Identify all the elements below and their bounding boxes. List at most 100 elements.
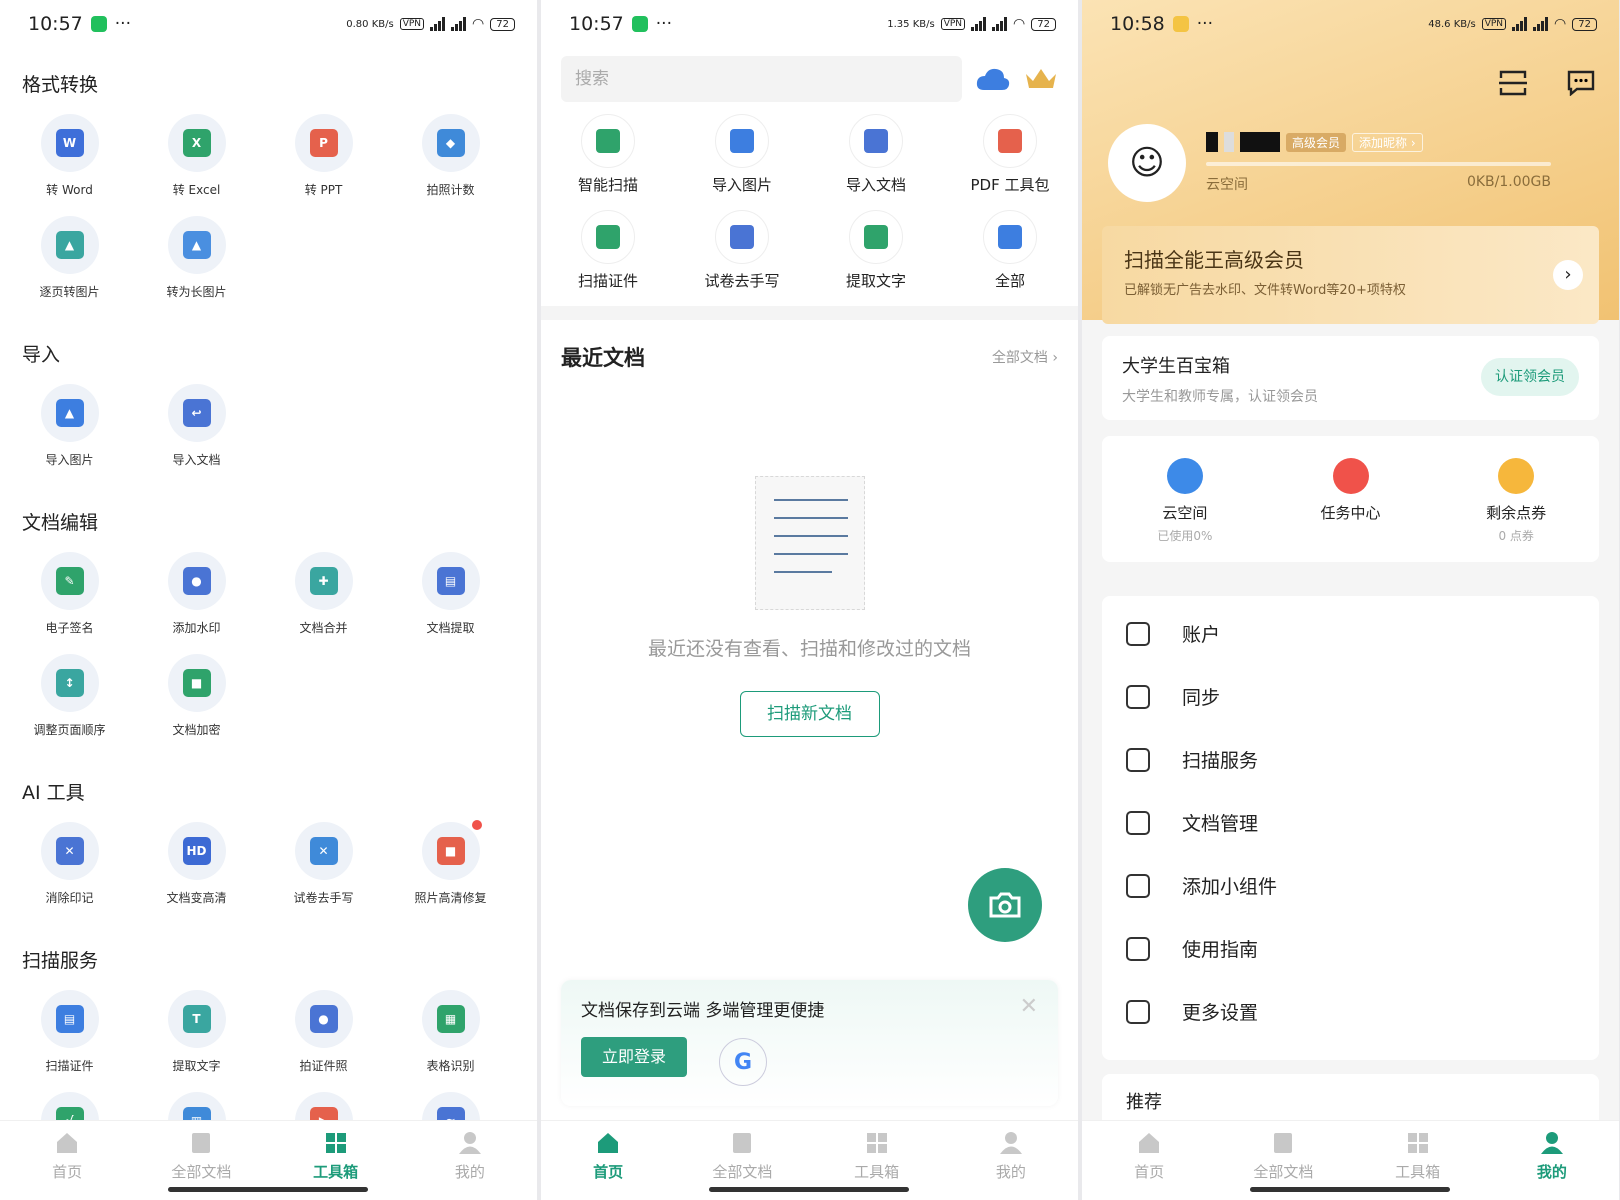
tool-item[interactable]: P 转 PPT [260, 114, 387, 216]
tool-icon: ↕ [40, 654, 99, 712]
nav-tab[interactable]: 首页 [0, 1121, 134, 1200]
vip-subtitle: 已解锁无广告去水印、文件转Word等20+项特权 [1124, 283, 1406, 298]
tool-item[interactable]: ↩ 导入文档 [133, 384, 260, 486]
nav-tab[interactable]: 我的 [403, 1121, 537, 1200]
verify-member-button[interactable]: 认证领会员 [1481, 358, 1579, 396]
quick-action[interactable]: PDF 工具包 [943, 114, 1077, 210]
stat-item[interactable]: 云空间 已使用0% [1102, 436, 1268, 562]
menu-icon [1126, 621, 1150, 646]
section-title: 格式转换 [22, 74, 99, 96]
tool-item[interactable]: ▤ 文档提取 [387, 552, 514, 654]
menu-item[interactable]: 账户 [1126, 602, 1575, 665]
tool-item[interactable]: ● 拍证件照 [260, 990, 387, 1092]
crown-icon[interactable] [1024, 66, 1058, 92]
quick-actions: 智能扫描 导入图片 导入文档 PDF 工具包扫描证件 试卷去手写 提取文字 全部 [541, 102, 1078, 306]
nav-tab-label: 首页 [1134, 1163, 1165, 1181]
tool-item[interactable]: ▲ 导入图片 [6, 384, 133, 486]
tool-item[interactable]: HD 文档变高清 [133, 822, 260, 924]
tool-item[interactable]: ✕ 消除印记 [6, 822, 133, 924]
tool-glyph-icon: P [309, 129, 338, 157]
menu-item[interactable]: 文档管理 [1126, 791, 1575, 854]
camera-fab[interactable] [968, 868, 1042, 942]
tool-item[interactable]: ✕ 试卷去手写 [260, 822, 387, 924]
quick-action[interactable]: 导入文档 [809, 114, 943, 210]
tool-icon: ✚ [294, 552, 353, 610]
tool-icon: ✎ [40, 552, 99, 610]
tool-item[interactable]: ▲ 逐页转图片 [6, 216, 133, 318]
tool-item[interactable]: ■ 照片高清修复 [387, 820, 514, 924]
tool-label: 试卷去手写 [293, 891, 354, 905]
tool-icon: ▤ [421, 552, 480, 610]
tool-glyph-icon: ▤ [436, 567, 465, 595]
stat-icon [1332, 458, 1369, 494]
tool-icon: T [167, 990, 226, 1048]
tool-grid: ▲ 导入图片 ↩ 导入文档 [0, 384, 537, 486]
stat-item[interactable]: 任务中心 [1268, 436, 1434, 562]
nav-tab-label: 工具箱 [854, 1163, 900, 1181]
tool-label: 文档加密 [172, 723, 221, 737]
menu-item[interactable]: 同步 [1126, 665, 1575, 728]
quick-action[interactable]: 扫描证件 [541, 210, 675, 306]
tool-label: 导入文档 [172, 453, 221, 467]
scan-new-doc-button[interactable]: 扫描新文档 [739, 691, 880, 737]
nav-tab[interactable]: 我的 [944, 1121, 1078, 1200]
all-docs-link[interactable]: 全部文档 › [992, 347, 1058, 367]
nav-tab[interactable]: 首页 [541, 1121, 675, 1200]
tool-label: 照片高清修复 [414, 891, 487, 905]
quick-action[interactable]: 智能扫描 [541, 114, 675, 210]
tool-glyph-icon: ▦ [436, 1005, 465, 1033]
login-button[interactable]: 立即登录 [581, 1037, 687, 1077]
home-indicator [1250, 1187, 1450, 1192]
quick-action-label: 提取文字 [845, 272, 906, 290]
cloud-icon[interactable] [976, 66, 1010, 92]
add-nickname-button[interactable]: 添加昵称 › [1352, 132, 1423, 152]
tool-item[interactable]: ✎ 电子签名 [6, 552, 133, 654]
menu-item[interactable]: 添加小组件 [1126, 854, 1575, 917]
tool-glyph-icon: ▲ [55, 231, 84, 259]
close-icon[interactable]: ✕ [1020, 994, 1038, 1019]
search-input[interactable]: 搜索 [561, 56, 962, 102]
stat-item[interactable]: 剩余点券 0 点券 [1433, 436, 1599, 562]
tool-item[interactable]: ● 添加水印 [133, 552, 260, 654]
menu-icon [1126, 999, 1150, 1024]
tool-label: 文档提取 [426, 621, 475, 635]
tool-item[interactable]: ◆ 拍照计数 [387, 114, 514, 216]
tool-item[interactable]: ▲ 转为长图片 [133, 216, 260, 318]
quick-action[interactable]: 试卷去手写 [675, 210, 809, 306]
tool-icon: ✕ [40, 822, 99, 880]
menu-item[interactable]: 更多设置 [1126, 980, 1575, 1043]
student-card[interactable]: 大学生百宝箱 大学生和教师专属，认证领会员 认证领会员 [1102, 336, 1599, 420]
tool-item[interactable]: W 转 Word [6, 114, 133, 216]
message-icon[interactable] [1567, 70, 1595, 96]
google-login-button[interactable]: G [719, 1038, 767, 1086]
quick-action[interactable]: 提取文字 [809, 210, 943, 306]
battery-icon: 72 [490, 17, 515, 31]
status-bar: 10:57 ··· 1.35 KB/s VPN ◠ 72 [541, 0, 1078, 48]
screens-container: 10:57 ··· 0.80 KB/s VPN ◠ 72 格式转换 W 转 Word X 转 E… [0, 0, 1620, 1200]
tool-item[interactable]: ↕ 调整页面顺序 [6, 654, 133, 756]
tool-icon: ● [294, 990, 353, 1048]
scan-code-icon[interactable] [1499, 70, 1527, 96]
quick-action[interactable]: 全部 [943, 210, 1077, 306]
menu-item[interactable]: 扫描服务 [1126, 728, 1575, 791]
quick-action-label: 扫描证件 [577, 272, 638, 290]
chevron-right-icon[interactable]: › [1553, 260, 1583, 290]
home-icon [596, 1131, 620, 1155]
tool-item[interactable]: ▦ 表格识别 [387, 990, 514, 1092]
stat-sub: 已使用0% [1157, 529, 1213, 543]
tool-item[interactable]: ▤ 扫描证件 [6, 990, 133, 1092]
tool-item[interactable]: T 提取文字 [133, 990, 260, 1092]
signal-icon [430, 17, 446, 31]
tool-icon: HD [167, 822, 226, 880]
avatar[interactable]: ☺ [1108, 124, 1186, 202]
nav-tab[interactable]: 首页 [1082, 1121, 1216, 1200]
toolbox-icon [324, 1131, 348, 1155]
cloud-label[interactable]: 云空间 [1206, 174, 1248, 194]
vip-banner[interactable]: 扫描全能王高级会员 已解锁无广告去水印、文件转Word等20+项特权 › [1102, 226, 1599, 324]
nav-tab[interactable]: 我的 [1485, 1121, 1619, 1200]
tool-item[interactable]: ✚ 文档合并 [260, 552, 387, 654]
menu-item[interactable]: 使用指南 [1126, 917, 1575, 980]
quick-action[interactable]: 导入图片 [675, 114, 809, 210]
tool-item[interactable]: X 转 Excel [133, 114, 260, 216]
tool-item[interactable]: ■ 文档加密 [133, 654, 260, 756]
